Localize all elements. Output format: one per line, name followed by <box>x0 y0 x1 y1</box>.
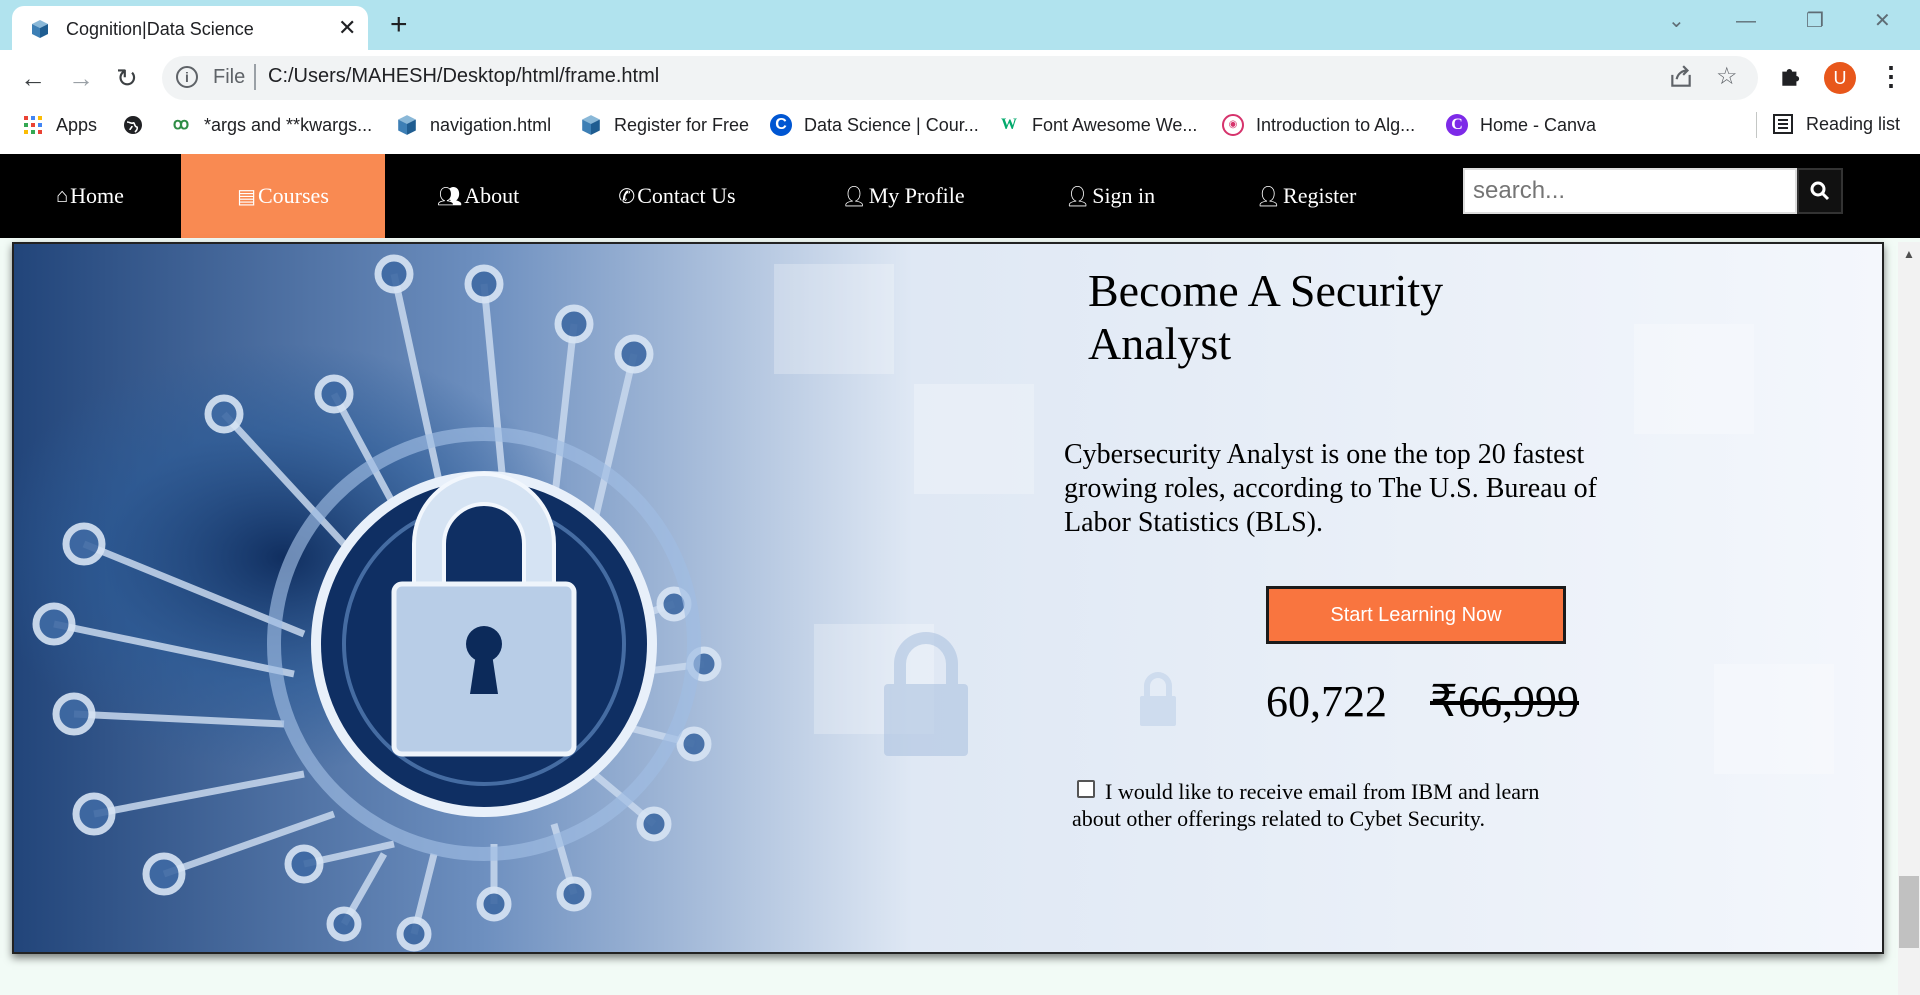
bookmark-data-science[interactable]: C Data Science | Cour... <box>770 113 979 137</box>
bookmark-canva[interactable]: C Home - Canva <box>1446 113 1596 137</box>
bookmark-label: navigation.html <box>430 114 552 135</box>
back-icon[interactable]: ← <box>20 63 46 93</box>
file-cube-icon <box>398 115 416 135</box>
bookmark-register[interactable]: Register for Free <box>580 113 749 137</box>
course-title: Become A Security Analyst <box>1088 265 1444 369</box>
nav-contact-us[interactable]: ✆ Contact Us <box>571 154 783 238</box>
scroll-up-arrow-icon[interactable]: ▲ <box>1898 244 1920 264</box>
course-frame: Become A Security Analyst Cybersecurity … <box>12 242 1884 954</box>
book-icon: ▤ <box>237 185 256 208</box>
bookmark-apps[interactable]: Apps <box>22 113 97 137</box>
site-navbar: ⌂ Home ▤ Courses 👥︎ About ✆ Contact Us 👤… <box>0 154 1920 238</box>
bookmark-label: Introduction to Alg... <box>1256 114 1416 135</box>
geeksforgeeks-icon: ꝏ <box>172 116 190 133</box>
minimize-button[interactable]: — <box>1736 8 1756 34</box>
close-window-button[interactable]: ✕ <box>1874 8 1891 34</box>
nav-label: Register <box>1283 183 1357 208</box>
new-tab-button[interactable]: + <box>390 8 408 42</box>
cybersecurity-lock-illustration <box>14 244 1882 952</box>
scheme-label: File <box>213 66 246 88</box>
bookmark-globe[interactable] <box>122 113 156 137</box>
nav-label: About <box>464 183 520 208</box>
close-tab-icon[interactable]: ✕ <box>338 15 356 41</box>
bookmark-label: Home - Canva <box>1480 114 1597 135</box>
nav-label: My Profile <box>868 183 965 208</box>
user-icon: 👤︎ <box>1255 185 1282 208</box>
nav-my-profile[interactable]: 👤︎ My Profile <box>783 154 1023 238</box>
phone-icon: ✆ <box>618 185 636 208</box>
address-divider <box>254 64 256 90</box>
home-icon: ⌂ <box>56 184 69 207</box>
nav-sign-in[interactable]: 👤︎ Sign in <box>1023 154 1197 238</box>
bookmark-star-icon[interactable]: ☆ <box>1716 64 1738 90</box>
bookmark-introduction[interactable]: ◉ Introduction to Alg... <box>1222 113 1415 137</box>
restore-button[interactable]: ❐ <box>1806 8 1824 34</box>
reading-list-label: Reading list <box>1806 113 1901 134</box>
user-plus-icon: 👤︎ <box>1064 185 1091 208</box>
bookmark-label: Register for Free <box>614 114 750 135</box>
site-info-icon[interactable]: i <box>176 66 198 88</box>
browser-tab[interactable]: Cognition|Data Science ✕ <box>12 6 368 50</box>
scroll-thumb[interactable] <box>1899 876 1919 948</box>
original-price: ₹66,999 <box>1430 677 1579 726</box>
nav-label: Courses <box>258 183 329 208</box>
bookmark-navigation[interactable]: navigation.html <box>396 113 551 137</box>
search-icon <box>1810 181 1830 201</box>
w3schools-icon: W <box>1001 116 1017 133</box>
site-icon: ◉ <box>1222 114 1244 136</box>
user-icon: 👤︎ <box>841 185 867 208</box>
site-search-button[interactable] <box>1797 168 1843 214</box>
globe-icon <box>124 116 142 134</box>
bookmark-divider <box>1756 112 1757 138</box>
canva-icon: C <box>1446 114 1468 136</box>
bookmark-label: Data Science | Cour... <box>804 114 979 135</box>
reading-list-icon <box>1773 114 1793 134</box>
tab-search-icon[interactable]: ⌄ <box>1668 8 1685 34</box>
browser-menu-icon[interactable]: ⋮ <box>1878 61 1904 91</box>
start-learning-button[interactable]: Start Learning Now <box>1266 586 1566 644</box>
bookmark-label: Apps <box>56 114 98 135</box>
bookmark-font-awesome[interactable]: W Font Awesome We... <box>998 113 1197 137</box>
nav-home[interactable]: ⌂ Home <box>0 154 180 238</box>
email-consent-checkbox[interactable] <box>1077 780 1095 798</box>
bookmark-label: Font Awesome We... <box>1032 114 1198 135</box>
nav-label: Sign in <box>1092 183 1156 208</box>
current-price: 60,722 <box>1266 677 1387 726</box>
users-icon: 👥︎ <box>436 185 463 208</box>
bookmark-args-kwargs[interactable]: ꝏ *args and **kwargs... <box>170 113 372 137</box>
extensions-puzzle-icon[interactable] <box>1778 63 1804 89</box>
tab-title: Cognition|Data Science <box>66 19 254 39</box>
site-search-input[interactable] <box>1463 168 1797 214</box>
coursera-icon: C <box>770 114 792 136</box>
share-icon[interactable] <box>1668 64 1694 90</box>
profile-avatar[interactable]: U <box>1824 62 1856 94</box>
reload-icon[interactable]: ↻ <box>116 63 138 93</box>
nav-label: Home <box>70 183 124 208</box>
course-description: Cybersecurity Analyst is one the top 20 … <box>1064 439 1597 538</box>
file-cube-icon <box>32 20 48 38</box>
nav-courses[interactable]: ▤ Courses <box>181 154 385 238</box>
email-consent-label: I would like to receive email from IBM a… <box>1072 779 1540 831</box>
nav-label: Contact Us <box>637 183 736 208</box>
reading-list-button[interactable]: Reading list <box>1772 113 1900 135</box>
file-cube-icon <box>582 115 600 135</box>
forward-icon[interactable]: → <box>68 63 94 93</box>
apps-grid-icon <box>24 116 42 134</box>
url-text[interactable]: C:/Users/MAHESH/Desktop/html/frame.html <box>268 65 659 88</box>
bookmark-label: *args and **kwargs... <box>204 114 373 135</box>
nav-register[interactable]: 👤︎ Register <box>1197 154 1415 238</box>
nav-about[interactable]: 👥︎ About <box>385 154 571 238</box>
